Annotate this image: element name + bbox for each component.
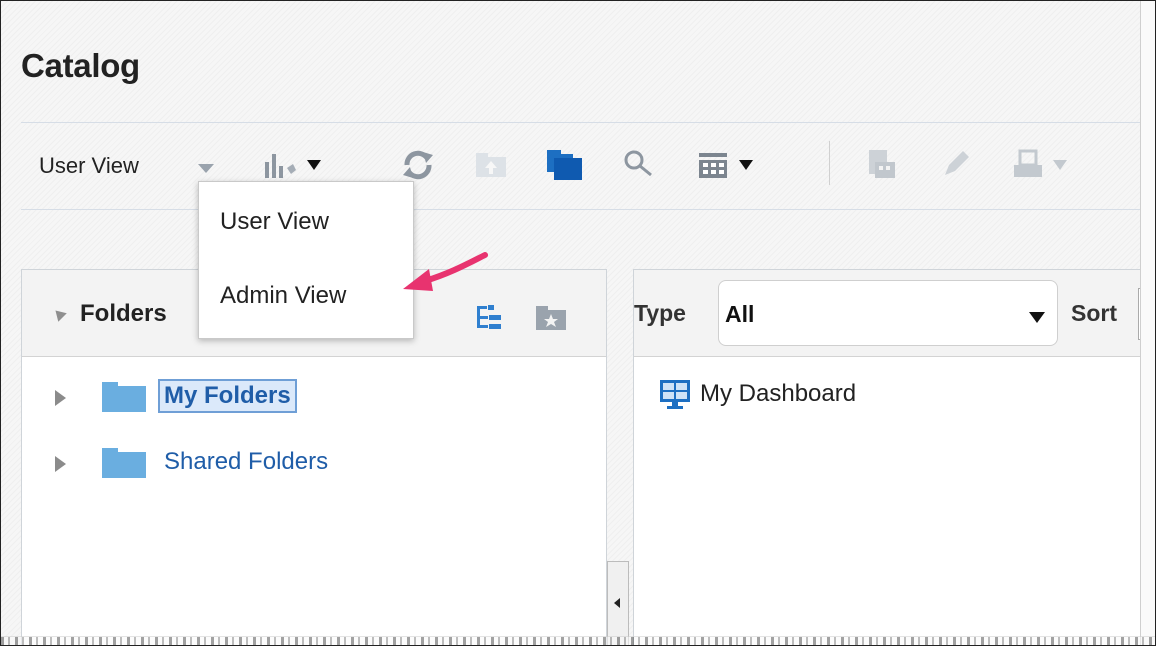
- archive-icon: [869, 150, 895, 178]
- upload-icon: [476, 153, 506, 177]
- folder-icon: [102, 382, 146, 412]
- dashboard-icon: [660, 380, 690, 409]
- edit-button: [939, 145, 971, 185]
- folder-icon: [102, 448, 146, 478]
- view-dropdown-menu: User View Admin View: [198, 181, 414, 339]
- view-selector-label[interactable]: User View: [39, 153, 139, 179]
- chevron-down-icon: [1029, 312, 1045, 323]
- expand-arrow-icon[interactable]: [55, 456, 66, 472]
- search-button[interactable]: [623, 145, 655, 185]
- folders-title: Folders: [80, 300, 167, 327]
- collapse-left-arrow-icon[interactable]: [614, 598, 620, 608]
- view-selector-caret-icon[interactable]: [198, 164, 214, 173]
- refresh-button[interactable]: [401, 145, 435, 185]
- tree-item-my-folders[interactable]: My Folders: [22, 378, 606, 418]
- folder-stack-icon: [547, 150, 582, 180]
- edit-icon: [945, 151, 969, 175]
- catalog-item-my-dashboard[interactable]: My Dashboard: [658, 378, 856, 410]
- view-mode-caret-icon: [739, 160, 753, 170]
- new-chart-caret-icon: [307, 160, 321, 170]
- view-mode-button[interactable]: [697, 145, 753, 185]
- print-caret-icon: [1053, 160, 1067, 170]
- page-title: Catalog: [21, 47, 140, 84]
- tree-item-shared-folders[interactable]: Shared Folders: [22, 444, 606, 484]
- refresh-icon: [403, 150, 433, 180]
- panel-splitter[interactable]: [607, 561, 629, 645]
- tree-label-my-folders[interactable]: My Folders: [158, 379, 297, 413]
- upload-button: [473, 145, 511, 185]
- copy-folder-button[interactable]: [545, 145, 585, 185]
- bar-chart-new-icon: [265, 154, 296, 178]
- sort-label: Sort: [1071, 300, 1117, 326]
- catalog-window: Catalog User View Folders My Folders Sha…: [0, 0, 1156, 646]
- content-panel: Type All Sort My Dashboard: [633, 269, 1145, 645]
- new-chart-button[interactable]: [263, 145, 321, 185]
- grid-view-icon: [699, 153, 727, 178]
- right-edge-strip: [1140, 1, 1155, 645]
- print-icon: [1014, 149, 1042, 177]
- toolbar-separator: [829, 141, 830, 185]
- archive-button: [865, 145, 899, 185]
- tree-label-shared-folders[interactable]: Shared Folders: [164, 448, 328, 476]
- favorite-folder-icon[interactable]: [534, 304, 568, 332]
- collapse-triangle-icon[interactable]: [51, 306, 67, 322]
- title-divider: [21, 122, 1141, 123]
- annotation-arrow-icon: [403, 252, 488, 291]
- type-filter-label: Type: [634, 300, 686, 326]
- catalog-item-label[interactable]: My Dashboard: [700, 380, 856, 408]
- menu-item-admin-view[interactable]: Admin View: [220, 282, 346, 310]
- type-filter-value: All: [725, 301, 755, 327]
- bottom-edge-strip: [1, 636, 1155, 645]
- expand-arrow-icon[interactable]: [55, 390, 66, 406]
- print-button: [1011, 145, 1067, 185]
- toolbar-divider: [21, 209, 1141, 210]
- content-panel-header: Type All Sort: [634, 270, 1145, 357]
- search-icon: [624, 150, 652, 177]
- type-filter-select[interactable]: All: [718, 280, 1058, 346]
- menu-item-user-view[interactable]: User View: [220, 208, 329, 236]
- tree-structure-icon[interactable]: [474, 304, 504, 332]
